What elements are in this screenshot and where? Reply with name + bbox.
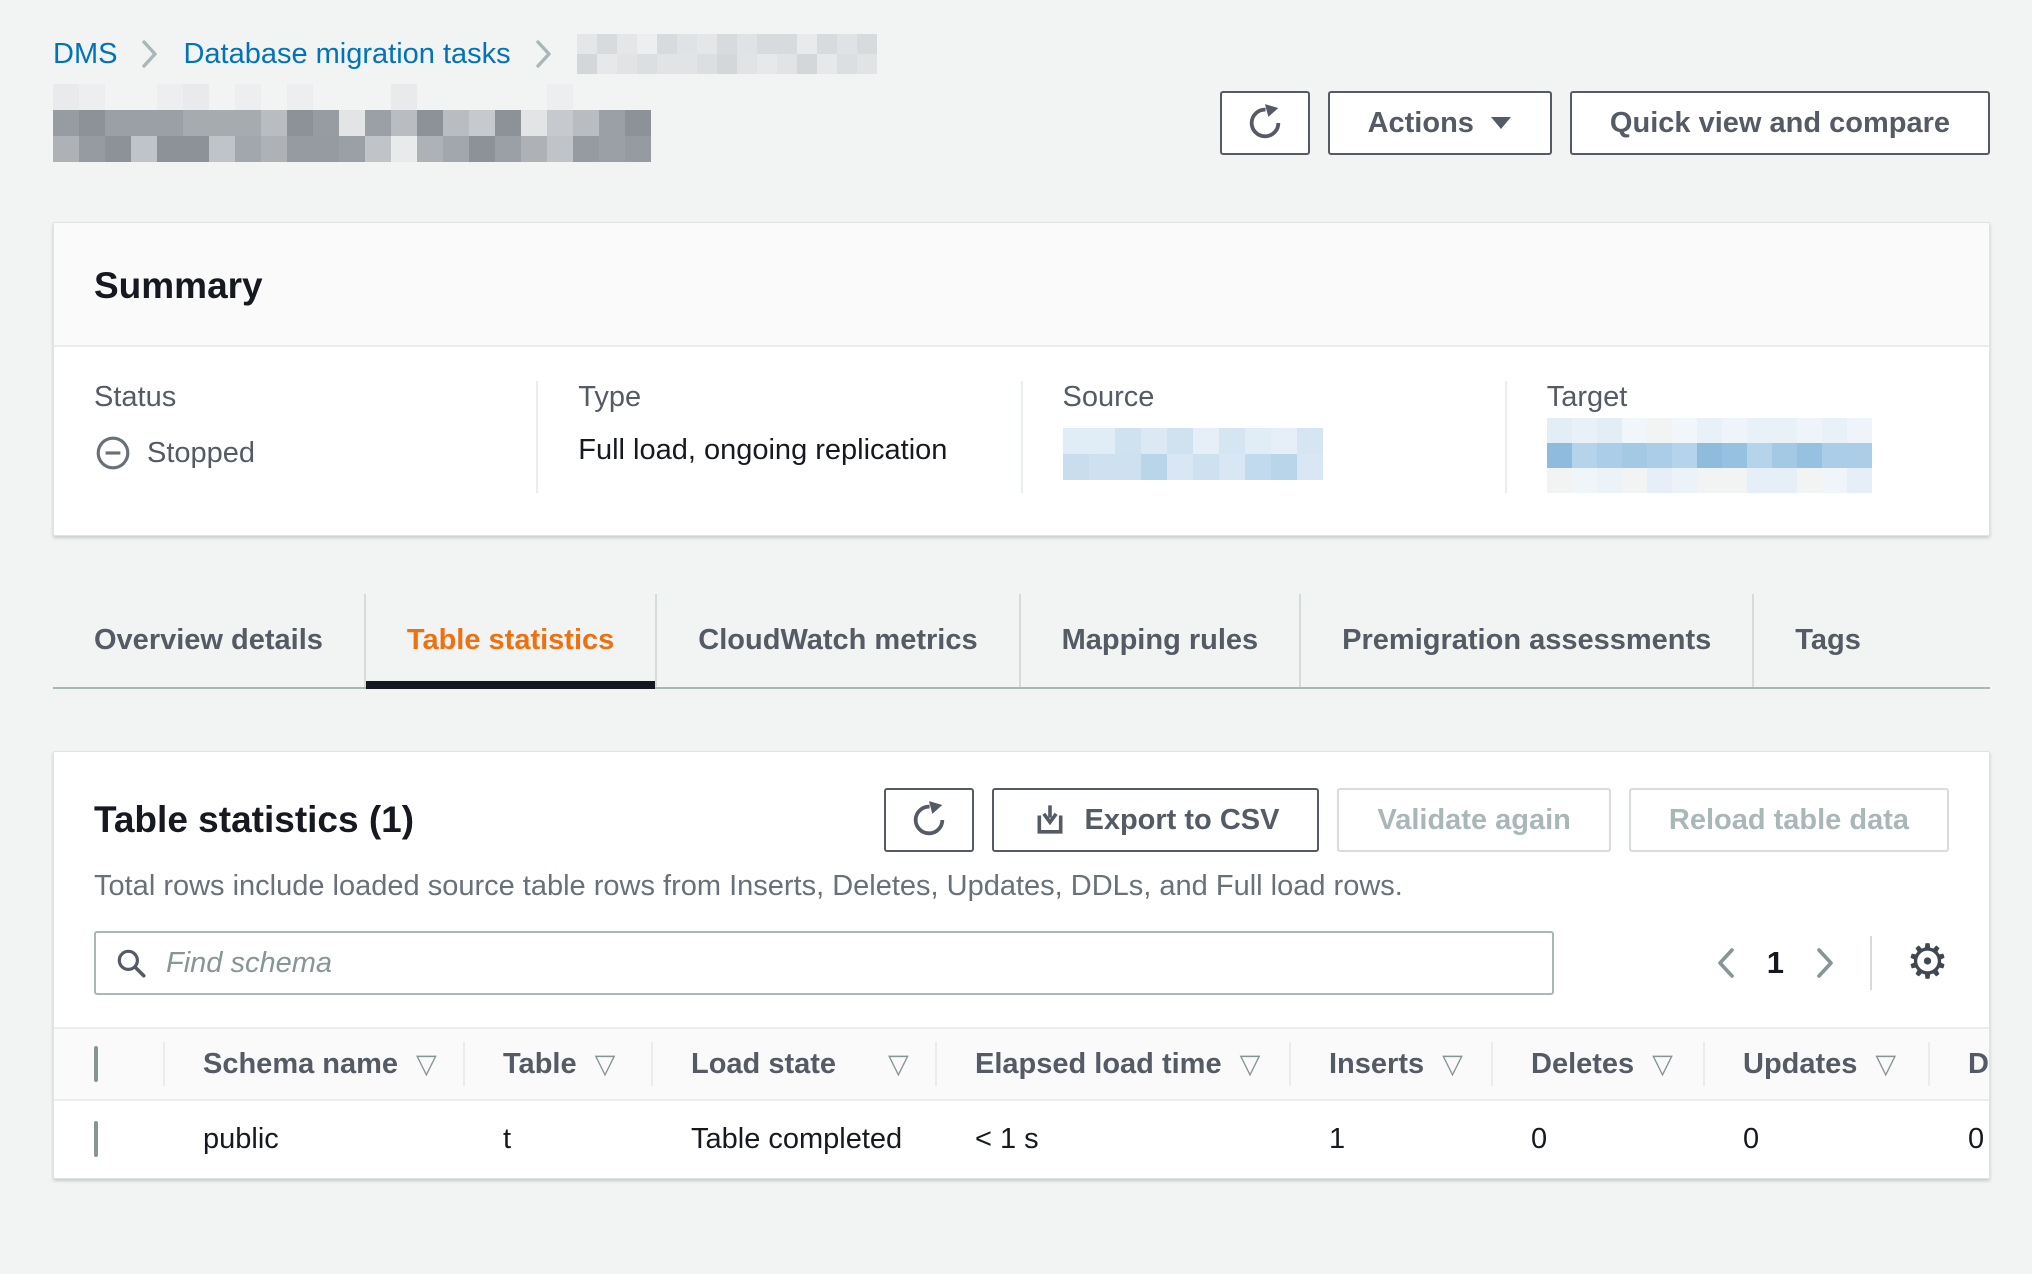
target-endpoint-redacted-link[interactable]: [1547, 418, 1872, 493]
schema-search-box: [94, 931, 1554, 995]
cell-load-state: Table completed: [651, 1100, 935, 1178]
status-value: Stopped: [94, 434, 496, 472]
row-checkbox[interactable]: [94, 1121, 98, 1157]
table-row: public t Table completed < 1 s 1 0 0 0: [54, 1100, 1990, 1178]
source-label: Source: [1063, 381, 1465, 414]
tab-table-statistics[interactable]: Table statistics: [364, 594, 655, 687]
summary-header: Summary: [54, 223, 1989, 347]
chevron-left-icon: [1715, 945, 1737, 981]
cell-ddls: 0: [1928, 1100, 1990, 1178]
cell-updates: 0: [1703, 1100, 1928, 1178]
tab-cloudwatch-metrics[interactable]: CloudWatch metrics: [655, 594, 1018, 687]
sort-icon: ▽: [595, 1049, 616, 1079]
table-panel-actions: Export to CSV Validate again Reload tabl…: [884, 788, 1949, 852]
sort-icon: ▽: [1652, 1049, 1673, 1079]
current-page-number: 1: [1767, 945, 1784, 981]
export-to-csv-button[interactable]: Export to CSV: [992, 788, 1319, 852]
summary-field-target: Target: [1505, 381, 1989, 493]
download-icon: [1032, 802, 1068, 838]
header-actions: Actions Quick view and compare: [1220, 91, 1990, 155]
summary-title: Summary: [94, 265, 1949, 307]
next-page-button[interactable]: [1814, 945, 1836, 981]
type-label: Type: [578, 381, 980, 414]
column-header-updates[interactable]: Updates▽: [1703, 1028, 1928, 1100]
summary-card: Summary Status Stopped Type Full load,: [53, 222, 1990, 536]
dms-task-page: DMS Database migration tasks Actions: [0, 0, 2032, 1179]
table-statistics-table: Schema name▽ Table▽ Load state▽ Elapsed …: [54, 1027, 1990, 1178]
summary-field-source: Source: [1021, 381, 1505, 493]
find-schema-input[interactable]: [164, 946, 1534, 981]
breadcrumb-dms-link[interactable]: DMS: [53, 38, 117, 71]
cell-schema-name: public: [163, 1100, 463, 1178]
settings-gear-icon[interactable]: ⚙: [1906, 939, 1949, 987]
column-header-inserts[interactable]: Inserts▽: [1289, 1028, 1491, 1100]
column-header-ddls[interactable]: DDLs: [1928, 1028, 1990, 1100]
actions-button-label: Actions: [1368, 107, 1474, 140]
tab-premigration-assessments[interactable]: Premigration assessments: [1299, 594, 1752, 687]
breadcrumb-task-name-redacted[interactable]: [577, 34, 877, 74]
table-statistics-card: Table statistics (1): [53, 751, 1990, 1179]
breadcrumb-tasks-link[interactable]: Database migration tasks: [183, 38, 510, 71]
column-header-load-state[interactable]: Load state▽: [651, 1028, 935, 1100]
summary-field-status: Status Stopped: [54, 381, 536, 493]
validate-again-button[interactable]: Validate again: [1337, 788, 1610, 852]
type-value: Full load, ongoing replication: [578, 434, 980, 467]
tab-bar: Overview details Table statistics CloudW…: [53, 594, 1990, 689]
export-to-csv-label: Export to CSV: [1084, 804, 1279, 837]
summary-body: Status Stopped Type Full load, ongoing r…: [54, 347, 1989, 535]
refresh-icon: [909, 800, 949, 840]
status-label: Status: [94, 381, 496, 414]
task-name-redacted: [53, 84, 651, 162]
tab-mapping-rules[interactable]: Mapping rules: [1019, 594, 1300, 687]
summary-field-type: Type Full load, ongoing replication: [536, 381, 1020, 493]
column-header-schema-name[interactable]: Schema name▽: [163, 1028, 463, 1100]
table-header-row: Schema name▽ Table▽ Load state▽ Elapsed …: [54, 1028, 1990, 1100]
tab-tags[interactable]: Tags: [1752, 594, 1902, 687]
column-header-elapsed-load-time[interactable]: Elapsed load time▽: [935, 1028, 1289, 1100]
caret-down-icon: [1490, 116, 1512, 130]
previous-page-button[interactable]: [1715, 945, 1737, 981]
breadcrumb: DMS Database migration tasks: [53, 34, 1990, 74]
sort-icon: ▽: [888, 1049, 909, 1079]
table-panel-header: Table statistics (1): [54, 752, 1989, 852]
cell-inserts: 1: [1289, 1100, 1491, 1178]
status-text: Stopped: [147, 437, 255, 470]
quick-view-compare-button[interactable]: Quick view and compare: [1570, 91, 1990, 155]
sort-icon: ▽: [416, 1049, 437, 1079]
chevron-right-icon: [141, 39, 159, 69]
sort-icon: ▽: [1875, 1049, 1896, 1079]
table-toolbar: 1 ⚙: [54, 903, 1989, 1027]
cell-elapsed-load-time: < 1 s: [935, 1100, 1289, 1178]
page-header: Actions Quick view and compare: [53, 84, 1990, 162]
pagination-divider: [1870, 936, 1872, 990]
table-statistics-description: Total rows include loaded source table r…: [54, 852, 1989, 903]
sort-icon: ▽: [1240, 1049, 1261, 1079]
table-refresh-button[interactable]: [884, 788, 974, 852]
pagination: 1 ⚙: [1715, 936, 1949, 990]
refresh-icon: [1245, 103, 1285, 143]
reload-table-data-button[interactable]: Reload table data: [1629, 788, 1949, 852]
chevron-right-icon: [1814, 945, 1836, 981]
table-statistics-title: Table statistics (1): [94, 799, 414, 841]
select-all-checkbox[interactable]: [94, 1046, 98, 1082]
chevron-right-icon: [535, 39, 553, 69]
column-header-table[interactable]: Table▽: [463, 1028, 651, 1100]
target-label: Target: [1547, 381, 1949, 414]
stopped-status-icon: [94, 434, 132, 472]
cell-table: t: [463, 1100, 651, 1178]
actions-button[interactable]: Actions: [1328, 91, 1552, 155]
source-endpoint-redacted-link[interactable]: [1063, 428, 1323, 480]
tab-overview-details[interactable]: Overview details: [53, 594, 364, 687]
refresh-button[interactable]: [1220, 91, 1310, 155]
search-icon: [114, 946, 148, 980]
column-header-deletes[interactable]: Deletes▽: [1491, 1028, 1703, 1100]
cell-deletes: 0: [1491, 1100, 1703, 1178]
sort-icon: ▽: [1442, 1049, 1463, 1079]
